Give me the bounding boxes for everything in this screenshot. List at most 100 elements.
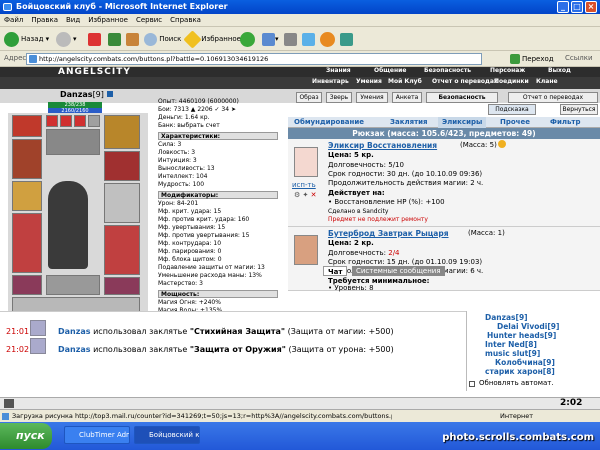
modifiers-header[interactable]: Модификаторы: xyxy=(158,191,278,199)
scroll-slots[interactable] xyxy=(46,129,100,155)
mod-anti-dodge: Мф. против увертывания: 15 xyxy=(158,232,250,239)
nav-character[interactable]: Персонаж xyxy=(490,68,525,74)
home-button[interactable] xyxy=(126,30,139,48)
back-button[interactable]: Назад ▾ xyxy=(4,30,49,48)
transfer-report-button[interactable]: Отчет о переводах xyxy=(508,92,598,103)
tab-other[interactable]: Прочее xyxy=(500,117,530,128)
image-button[interactable]: Образ xyxy=(296,92,322,103)
nav-my-club[interactable]: Мой Клуб xyxy=(388,79,422,85)
rune-slot[interactable] xyxy=(46,115,58,127)
nav-battles[interactable]: Поединки xyxy=(494,79,529,85)
nav-transfer-report[interactable]: Отчет о переводах xyxy=(432,79,498,85)
info-icon[interactable] xyxy=(106,91,113,97)
nav-skills[interactable]: Умения xyxy=(356,79,382,85)
rune-slot[interactable] xyxy=(74,115,86,127)
start-button[interactable]: пуск xyxy=(0,423,52,449)
ring-slots[interactable] xyxy=(46,275,100,295)
at-button[interactable] xyxy=(320,30,337,48)
item-actions[interactable]: ⚙ ✦ ✕ xyxy=(294,191,316,199)
item-name[interactable]: Бутерброд Завтрак Рыцаря xyxy=(328,229,449,238)
forward-button[interactable]: ▾ xyxy=(56,30,77,48)
empty-weapon-slot[interactable] xyxy=(104,183,140,223)
tab-system-messages[interactable]: Системные сообщения xyxy=(352,266,445,276)
user-item[interactable]: старик харон[8] xyxy=(485,367,555,376)
menu-favorites[interactable]: Избранное xyxy=(84,14,132,27)
characteristics-header[interactable]: Характеристики: xyxy=(158,132,278,140)
power-header[interactable]: Мощность: xyxy=(158,290,278,298)
nav-inventory[interactable]: Инвентарь xyxy=(312,79,349,85)
hint-button[interactable]: Подсказка xyxy=(488,104,536,115)
menu-file[interactable]: Файл xyxy=(0,14,27,27)
address-label: Адрес: xyxy=(4,54,29,62)
rune-slot[interactable] xyxy=(88,115,100,127)
rune-slot[interactable] xyxy=(60,115,72,127)
menu-view[interactable]: Вид xyxy=(62,14,84,27)
stop-icon xyxy=(88,32,101,46)
stat-agility: Ловкость: 3 xyxy=(158,149,196,156)
go-button[interactable]: Переход xyxy=(510,53,554,65)
user-item[interactable]: Danzas[9] xyxy=(485,313,528,322)
address-input[interactable]: http://angelscity.combats.com/buttons.pl… xyxy=(26,53,482,65)
mod-mana-reduce: Уменьшение расхода маны: 13% xyxy=(158,272,262,279)
item-name[interactable]: Эликсир Восстановления xyxy=(328,141,437,150)
beast-button[interactable]: Зверь xyxy=(326,92,352,103)
toolbar: Назад ▾ ▾ Поиск Избранное ▾ xyxy=(0,27,600,51)
skills-button[interactable]: Умения xyxy=(356,92,388,103)
nav-exit[interactable]: Выход xyxy=(548,68,571,74)
chat-panel: 21:01 Danzas использовал заклятье "Стихи… xyxy=(0,311,466,391)
nav-communication[interactable]: Общение xyxy=(374,68,406,74)
links-button[interactable]: Ссылки xyxy=(565,54,593,62)
nav-security[interactable]: Безопасность xyxy=(424,68,471,74)
stop-button[interactable] xyxy=(88,30,101,48)
taskbar-item[interactable]: Бойцовский клуб - М... xyxy=(134,426,200,444)
mail-button[interactable]: ▾ xyxy=(262,30,279,48)
shield-slot[interactable] xyxy=(104,115,140,149)
character-doll xyxy=(8,113,148,318)
tab-elixirs[interactable]: Эликсиры xyxy=(438,117,487,128)
close-button[interactable]: × xyxy=(585,1,597,13)
legs-slot[interactable] xyxy=(104,225,140,275)
gloves-slot[interactable] xyxy=(104,151,140,181)
tab-filter[interactable]: Фильтр xyxy=(550,117,580,128)
mod-anti-crit: Мф. против крит. удара: 160 xyxy=(158,216,250,223)
autoupdate-checkbox[interactable] xyxy=(469,381,475,387)
weapon-slot[interactable] xyxy=(12,139,42,179)
menu-help[interactable]: Справка xyxy=(166,14,205,27)
user-item[interactable]: Delai Vivodi[9] xyxy=(497,322,559,331)
favorites-button[interactable]: Избранное xyxy=(183,29,241,49)
edit-button[interactable] xyxy=(302,30,315,48)
messenger-button[interactable] xyxy=(340,30,353,48)
taskbar-item[interactable]: ClubTimer Administrat... xyxy=(64,426,130,444)
menu-tools[interactable]: Сервис xyxy=(132,14,166,27)
print-button[interactable] xyxy=(284,30,297,48)
refresh-button[interactable] xyxy=(108,30,121,48)
boots-slot[interactable] xyxy=(104,277,140,295)
use-link[interactable]: исп-ть xyxy=(292,181,316,189)
toolbar-icon[interactable] xyxy=(4,399,14,408)
minimize-button[interactable]: _ xyxy=(557,1,569,13)
user-item[interactable]: Колобчина[9] xyxy=(495,358,555,367)
menu-edit[interactable]: Правка xyxy=(27,14,62,27)
search-button[interactable]: Поиск xyxy=(144,30,181,48)
window-titlebar[interactable]: Бойцовский клуб - Microsoft Internet Exp… xyxy=(0,0,600,14)
security-button[interactable]: Безопасность xyxy=(426,92,498,103)
user-item[interactable]: Hunter heads[9] xyxy=(487,331,556,340)
belt-slot[interactable] xyxy=(12,275,42,295)
nav-knowledge[interactable]: Знания xyxy=(326,68,351,74)
tab-spells[interactable]: Заклятия xyxy=(390,117,428,128)
game-bottom-toolbar: 2:02 xyxy=(0,397,600,409)
armor-slot[interactable] xyxy=(12,181,42,211)
tab-chat[interactable]: Чат xyxy=(323,266,348,276)
user-item[interactable]: music slut[9] xyxy=(485,349,540,358)
history-button[interactable] xyxy=(240,30,257,48)
nav-clan[interactable]: Клане xyxy=(536,79,558,85)
tab-equipment[interactable]: Обмундирование xyxy=(294,117,364,128)
bank-link[interactable]: Банк: выбрать счет xyxy=(158,122,288,130)
cloak-slot[interactable] xyxy=(12,213,42,273)
user-item[interactable]: Inter Ned[8] xyxy=(485,340,537,349)
profile-button[interactable]: Анкета xyxy=(392,92,422,103)
autoupdate-label: Обновлять автомат. xyxy=(479,379,554,387)
helmet-slot[interactable] xyxy=(12,115,42,137)
maximize-button[interactable]: □ xyxy=(571,1,583,13)
return-button[interactable]: Вернуться xyxy=(560,104,598,115)
